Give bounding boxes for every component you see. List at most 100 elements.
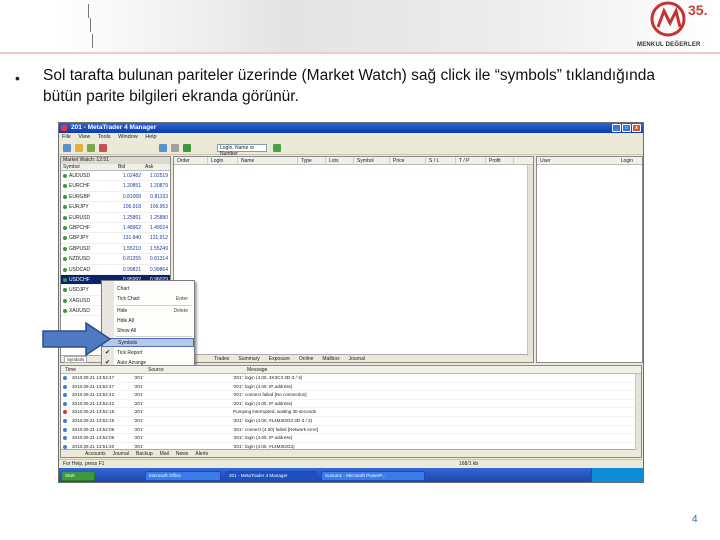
task-powerpoint[interactable]: Sunum1 - Microsoft PowerP...	[321, 471, 425, 481]
market-watch-row[interactable]: USDCAD 0.99821 0.99864	[61, 265, 170, 275]
market-watch-row[interactable]: GBPUSD 1.55210 1.55249	[61, 244, 170, 255]
menu-file[interactable]: File	[62, 134, 71, 140]
stop-icon[interactable]	[99, 144, 107, 152]
journal-row[interactable]: 2010.09.21 13:52:05 '201' '201': connect (…	[61, 426, 641, 435]
context-item-hide[interactable]: Hide Delete	[102, 307, 194, 316]
tab-online[interactable]: Online	[299, 356, 313, 362]
market-watch-row[interactable]: EURGBP 0.81068 0.81103	[61, 192, 170, 203]
search-go-icon[interactable]	[273, 144, 281, 152]
grid-col-login[interactable]: Login	[208, 157, 238, 164]
market-watch-row[interactable]: EURCHF 1.20851 1.20879	[61, 181, 170, 192]
context-item-tick-report[interactable]: ✔ Tick Report	[102, 349, 194, 358]
col-login[interactable]: Login	[587, 157, 637, 164]
slide-body-text: Sol tarafta bulunan pariteler üzerinde (…	[43, 67, 655, 105]
tab-news[interactable]: News	[176, 451, 189, 457]
market-watch-row[interactable]: EURUSD 1.25861 1.25880	[61, 213, 170, 223]
journal-cell-time: 2010.09.21 13:52:42	[72, 392, 115, 398]
tab-journal[interactable]: Journal	[349, 356, 365, 362]
cell-symbol: USDCAD	[61, 265, 116, 274]
journal-row[interactable]: 2010.09.21 13:52:05 '201' '201': login (4.…	[61, 434, 641, 443]
open-icon[interactable]	[75, 144, 83, 152]
tab-journal[interactable]: Journal	[113, 451, 129, 457]
grid-col-lots[interactable]: Lots	[326, 157, 354, 164]
error-icon	[61, 408, 70, 416]
grid-col-name[interactable]: Name	[238, 157, 298, 164]
grid-col-symbol[interactable]: Symbol	[354, 157, 390, 164]
new-icon[interactable]	[63, 144, 71, 152]
journal-scrollbar[interactable]	[635, 374, 641, 450]
grid-col-type[interactable]: Type	[298, 157, 326, 164]
context-item-chart[interactable]: Chart	[102, 285, 194, 294]
tab-summary[interactable]: Summary	[238, 356, 259, 362]
cell-symbol: AUDUSD	[61, 171, 116, 180]
tab-mailbox[interactable]: Mailbox	[322, 356, 339, 362]
grid-col-sl[interactable]: S / L	[426, 157, 456, 164]
tab-exposure[interactable]: Exposure	[269, 356, 290, 362]
maximize-button[interactable]: □	[622, 124, 631, 132]
tab-mail[interactable]: Mail	[160, 451, 169, 457]
context-item-symbols[interactable]: Symbols	[102, 338, 194, 347]
tab-alerts[interactable]: Alerts	[195, 451, 208, 457]
grid-col-profit[interactable]: Profit	[486, 157, 514, 164]
market-watch-row[interactable]: EURJPY 106.918 106.953	[61, 202, 170, 213]
journal-cell-time: 2010.09.21 13:52:05	[72, 426, 115, 432]
col-ask[interactable]: Ask	[143, 164, 170, 170]
users-icon[interactable]	[159, 144, 167, 152]
menu-tools[interactable]: Tools	[98, 134, 111, 140]
trades-scrollbar[interactable]	[527, 165, 533, 356]
menu-help[interactable]: Help	[145, 134, 156, 140]
journal-row[interactable]: 2010.09.21 13:52:15 '201' Pumping interrup…	[61, 408, 641, 417]
market-watch-row[interactable]: GBPJPY 131.840 131.912	[61, 233, 170, 244]
menu-view[interactable]: View	[78, 134, 90, 140]
menubar: File View Tools Window Help	[59, 133, 643, 141]
connect-icon[interactable]	[87, 144, 95, 152]
journal-row[interactable]: 2010.09.21 13:52:47 '201' '201': login (4.…	[61, 374, 641, 383]
tab-backup[interactable]: Backup	[136, 451, 153, 457]
journal-row[interactable]: 2010.09.21 13:52:42 '201' '201': login (4.…	[61, 400, 641, 409]
tab-accounts[interactable]: Accounts	[85, 451, 106, 457]
cell-ask: 1.25880	[149, 214, 168, 221]
col-symbol[interactable]: Symbol	[61, 164, 116, 170]
grid-col-price[interactable]: Price	[390, 157, 426, 164]
market-watch-row[interactable]: AUDUSD 1.02482 1.02519	[61, 171, 170, 182]
cell-bid: 0.81255	[122, 256, 141, 263]
info-icon	[61, 391, 70, 399]
context-item-label: Show All	[117, 328, 137, 334]
col-message[interactable]: Message	[245, 366, 267, 373]
start-button[interactable]: Start	[61, 471, 95, 481]
market-watch-row[interactable]: NZDUSD 0.81255 0.81314	[61, 254, 170, 265]
grid-col-tp[interactable]: T / P	[456, 157, 486, 164]
journal-cell-msg: Pumping interrupted, waiting 30 seconds	[233, 409, 316, 415]
journal-row[interactable]: 2010.09.21 13:52:15 '201' '201': login (4.…	[61, 417, 641, 426]
journal-cell-msg: '201': login (4.00, 4K3C3 3D-3 / 3)	[233, 375, 303, 380]
col-source[interactable]: Source	[146, 366, 245, 373]
task-office[interactable]: Microsoft Office	[145, 471, 221, 481]
market-watch-row[interactable]: GBPCHF 1.48962 1.49024	[61, 223, 170, 234]
info-icon	[61, 400, 70, 408]
refresh-icon[interactable]	[183, 144, 191, 152]
context-item-tick-chart[interactable]: Tick Chart Enter	[102, 295, 194, 304]
logo-number: 35.	[688, 2, 708, 18]
close-button[interactable]: x	[632, 124, 641, 132]
context-item-label: Chart	[117, 286, 130, 292]
context-separator	[116, 336, 192, 337]
settings-icon[interactable]	[171, 144, 179, 152]
col-bid[interactable]: Bid	[116, 164, 143, 170]
grid-col-order[interactable]: Order	[174, 157, 208, 164]
context-item-hide-all[interactable]: Hide All	[102, 317, 194, 326]
minimize-button[interactable]: _	[612, 124, 621, 132]
context-item-show-all[interactable]: Show All	[102, 327, 194, 336]
task-metatrader[interactable]: 201 - MetaTrader 4 Manager	[225, 471, 317, 481]
col-user[interactable]: User	[537, 157, 587, 164]
col-time[interactable]: Time	[61, 366, 146, 373]
users-header: User Login	[537, 157, 642, 165]
metatrader-screenshot: 201 - MetaTrader 4 Manager _ □ x File Vi…	[58, 122, 644, 483]
cell-ask: 1.02519	[149, 173, 168, 179]
tab-symbols[interactable]: Symbols	[64, 356, 88, 363]
tab-trades[interactable]: Trades	[214, 356, 229, 362]
login-search-combo[interactable]: Login, Name or Number	[217, 144, 267, 157]
logo-mark-icon	[650, 1, 686, 37]
journal-row[interactable]: 2010.09.21 13:52:42 '201' '201': connect f…	[61, 391, 641, 400]
menu-window[interactable]: Window	[118, 134, 138, 140]
journal-row[interactable]: 2010.09.21 13:52:47 '201' '201': login (4.…	[61, 383, 641, 392]
